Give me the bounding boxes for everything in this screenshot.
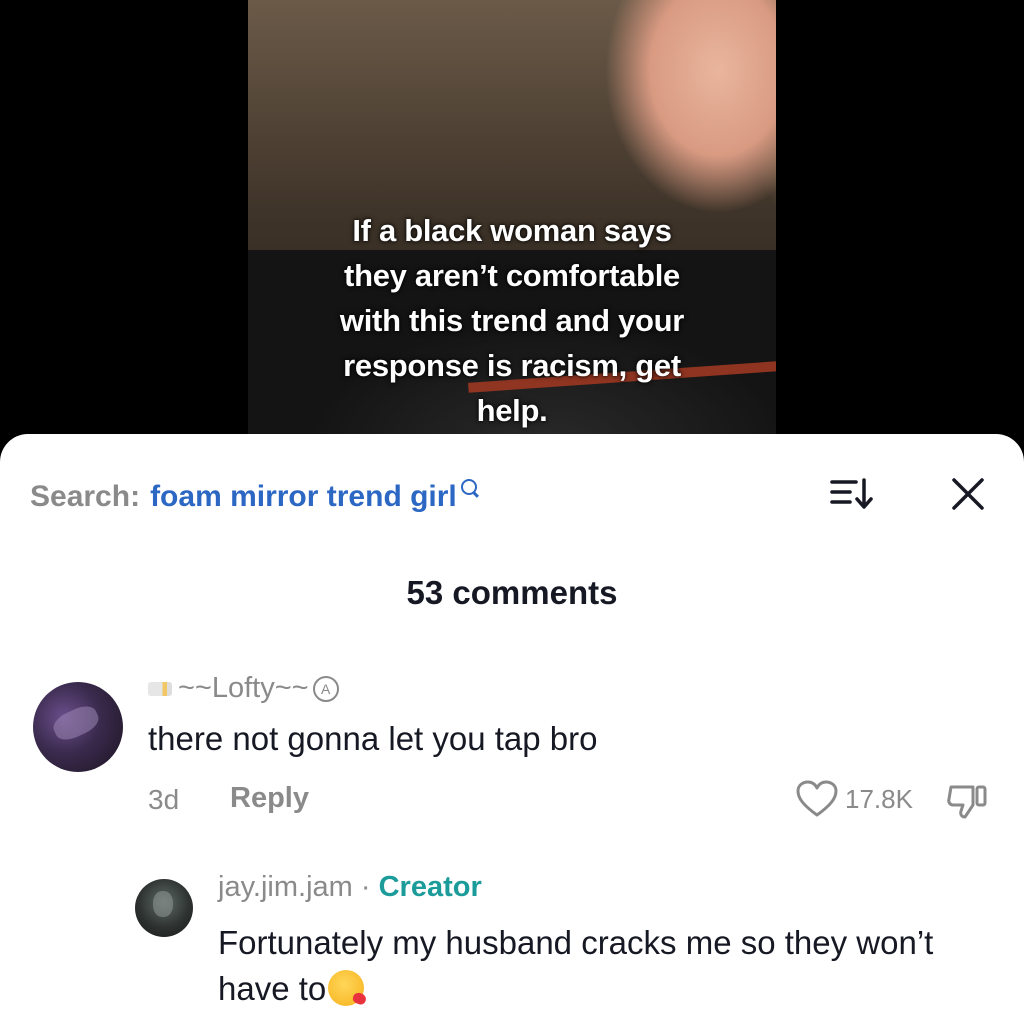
caption-line: response is racism, get [343,348,681,383]
search-term-link[interactable]: foam mirror trend girl [150,480,457,514]
comment-text: there not gonna let you tap bro [148,720,598,757]
like-count: 17.8K [845,783,913,814]
dislike-icon[interactable] [945,781,991,821]
username-separator: · [352,871,379,903]
caption-line: help. [476,393,548,428]
heart-icon[interactable] [795,779,839,819]
search-suggestion[interactable]: Search: foam mirror trend girl [30,472,477,522]
username-decoration-icon [148,681,172,696]
caption-line: If a black woman says [352,213,672,248]
comments-sheet: Search: foam mirror trend girl 53 commen… [0,434,1024,1024]
search-label: Search: [30,480,141,513]
sort-icon[interactable] [830,476,876,512]
avatar[interactable] [33,682,123,772]
like-button[interactable]: 17.8K [795,779,913,819]
close-icon[interactable] [950,476,986,512]
kissing-face-with-heart-icon [328,970,365,1006]
username-text: jay.jim.jam [218,871,353,903]
comment-username[interactable]: jay.jim.jam · Creator [218,871,482,904]
comment-timestamp: 3d [148,784,180,815]
comment-username[interactable]: ~~Lofty~~ A [148,672,339,705]
reply-button[interactable]: Reply [230,782,309,815]
caption-line: they aren’t comfortable [344,258,680,293]
search-icon[interactable] [460,479,477,495]
comments-count: 53 comments [406,574,618,611]
video-player[interactable]: If a black woman says they aren’t comfor… [0,0,1024,470]
comment-text: Fortunately my husband cracks me so they… [218,920,978,1012]
username-text: ~~Lofty~~ [178,672,309,704]
video-caption: If a black woman says they aren’t comfor… [248,208,776,433]
creator-badge: Creator [378,871,482,903]
badge-icon: A [312,675,339,702]
avatar[interactable] [135,879,193,937]
comment-text-body: Fortunately my husband cracks me so they… [218,924,934,1007]
caption-line: with this trend and your [339,303,685,338]
